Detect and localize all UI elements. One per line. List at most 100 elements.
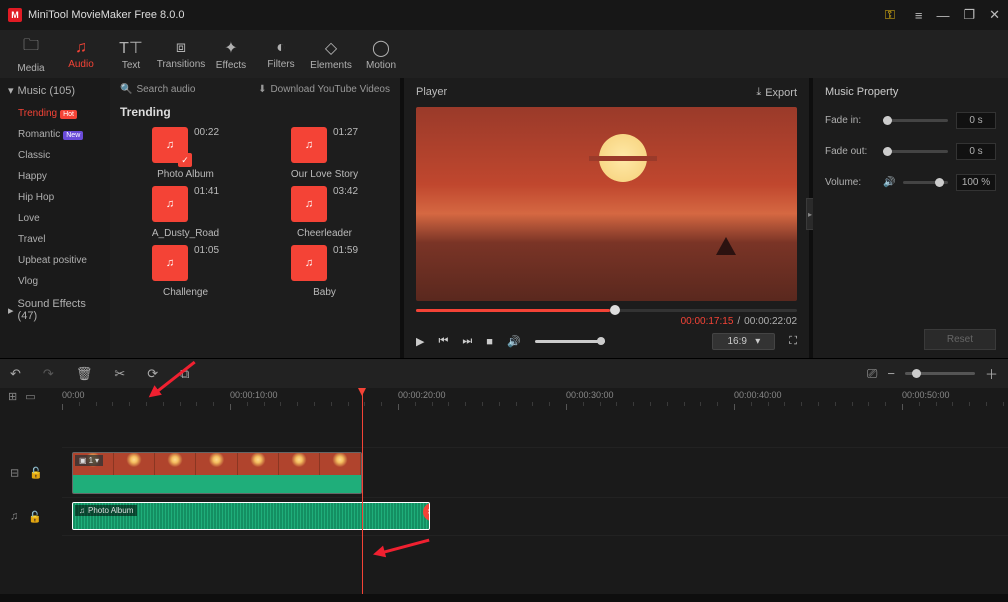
track-collapse-icon[interactable]: ⊟ bbox=[10, 466, 19, 479]
audio-clip[interactable]: ♫Photo Album ✂ bbox=[72, 502, 430, 530]
seekbar[interactable] bbox=[416, 309, 797, 312]
volume-slider[interactable] bbox=[535, 340, 605, 343]
player-panel: Player ⤓Export 00:00:17:15/00:00:22:02 ▶… bbox=[404, 78, 809, 358]
search-audio[interactable]: 🔍Search audio bbox=[120, 84, 250, 95]
music-thumb-icon: ♫ bbox=[152, 186, 188, 222]
delete-button[interactable]: 🗑 bbox=[76, 366, 93, 382]
section-title: Trending bbox=[110, 101, 400, 127]
fade-in-label: Fade in: bbox=[825, 115, 875, 126]
lib-item-happy[interactable]: Happy bbox=[0, 166, 110, 187]
music-thumb-icon: ♫ bbox=[291, 245, 327, 281]
music-icon: ♫ bbox=[75, 39, 87, 57]
audio-tile[interactable]: ♫01:59 Baby bbox=[257, 245, 392, 298]
zoom-out-button[interactable]: − bbox=[887, 366, 895, 381]
speed-button[interactable]: ⟳ bbox=[147, 366, 158, 382]
crop-button[interactable]: ⧉ bbox=[180, 366, 189, 382]
split-button[interactable]: ✂ bbox=[114, 366, 125, 382]
minimize-button[interactable]: — bbox=[936, 8, 949, 23]
properties-panel: ▸ Music Property Fade in: 0 s Fade out: … bbox=[813, 78, 1008, 358]
app-logo: M bbox=[8, 8, 22, 22]
close-button[interactable]: ✕ bbox=[989, 7, 1000, 23]
props-title: Music Property bbox=[825, 86, 996, 98]
lib-item-upbeat[interactable]: Upbeat positive bbox=[0, 250, 110, 271]
audio-track[interactable]: ♫🔓 ♫Photo Album ✂ bbox=[62, 498, 1008, 536]
tab-media[interactable]: 🗀Media bbox=[6, 30, 56, 78]
elements-icon: ◇ bbox=[325, 38, 337, 58]
audio-browser: 🔍Search audio ⬇Download YouTube Videos T… bbox=[110, 78, 400, 358]
tab-motion[interactable]: ◯Motion bbox=[356, 30, 406, 78]
aspect-ratio-select[interactable]: 16:9 ▾ bbox=[712, 333, 775, 350]
lib-item-trending[interactable]: TrendingHot bbox=[0, 103, 110, 124]
lib-item-romantic[interactable]: RomanticNew bbox=[0, 124, 110, 145]
fade-out-label: Fade out: bbox=[825, 146, 875, 157]
fullscreen-button[interactable]: ⛶ bbox=[789, 335, 797, 348]
zoom-fit-button[interactable]: ⎚ bbox=[867, 366, 877, 382]
volume-slider-prop[interactable] bbox=[903, 181, 948, 184]
download-youtube-link[interactable]: ⬇Download YouTube Videos bbox=[258, 84, 390, 95]
lock-icon[interactable]: 🔓 bbox=[29, 466, 43, 479]
tab-audio[interactable]: ♫Audio bbox=[56, 30, 106, 78]
library-group-sfx[interactable]: ▸Sound Effects (47) bbox=[0, 292, 110, 328]
volume-icon[interactable]: 🔊 bbox=[507, 335, 521, 348]
add-track-button[interactable]: ⊞ bbox=[8, 390, 17, 403]
premium-key-icon[interactable]: ⚿ bbox=[885, 7, 895, 23]
stop-button[interactable]: ■ bbox=[486, 336, 493, 348]
fade-in-value[interactable]: 0 s bbox=[956, 112, 996, 129]
redo-button[interactable]: ↷ bbox=[43, 366, 54, 382]
folder-icon: 🗀 bbox=[23, 34, 39, 61]
lib-item-hiphop[interactable]: Hip Hop bbox=[0, 187, 110, 208]
preview-content bbox=[599, 134, 647, 182]
maximize-button[interactable]: ❐ bbox=[963, 7, 975, 23]
next-frame-button[interactable]: ⏭ bbox=[462, 335, 472, 348]
video-preview[interactable] bbox=[416, 107, 797, 301]
text-icon: T⊤ bbox=[119, 38, 143, 58]
download-icon: ⬇ bbox=[258, 84, 266, 95]
collapse-panel-button[interactable]: ▸ bbox=[806, 198, 813, 230]
prev-frame-button[interactable]: ⏮ bbox=[438, 335, 448, 348]
fade-out-slider[interactable] bbox=[883, 150, 948, 153]
music-icon: ♫ bbox=[79, 506, 85, 515]
undo-button[interactable]: ↶ bbox=[10, 366, 21, 382]
zoom-slider[interactable] bbox=[905, 372, 975, 375]
library-group-music[interactable]: ▾Music (105) bbox=[0, 78, 110, 103]
tab-effects[interactable]: ✦Effects bbox=[206, 30, 256, 78]
export-button[interactable]: ⤓Export bbox=[756, 86, 797, 99]
reset-button[interactable]: Reset bbox=[924, 329, 996, 350]
menu-icon[interactable]: ≡ bbox=[915, 8, 923, 23]
timeline-ruler[interactable]: ⊞ ▭ 00:0000:00:10:0000:00:20:0000:00:30:… bbox=[0, 388, 1008, 410]
music-thumb-icon: ♫✓ bbox=[152, 127, 188, 163]
motion-icon: ◯ bbox=[372, 38, 390, 58]
tab-transitions[interactable]: ⧈Transitions bbox=[156, 30, 206, 78]
audio-tile[interactable]: ♫03:42 Cheerleader bbox=[257, 186, 392, 239]
lock-icon[interactable]: 🔓 bbox=[28, 510, 42, 523]
play-button[interactable]: ▶ bbox=[416, 335, 424, 348]
audio-tile[interactable]: ♫01:05 Challenge bbox=[118, 245, 253, 298]
track-options-button[interactable]: ▭ bbox=[25, 390, 35, 403]
lib-item-love[interactable]: Love bbox=[0, 208, 110, 229]
filters-icon: ◐ bbox=[276, 39, 286, 57]
audio-tile[interactable]: ♫01:41 A_Dusty_Road bbox=[118, 186, 253, 239]
tab-text[interactable]: T⊤Text bbox=[106, 30, 156, 78]
timeline[interactable]: ⊟🔓 ▣1▾ ♫🔓 ♫Photo Album ✂ bbox=[0, 410, 1008, 594]
fade-in-slider[interactable] bbox=[883, 119, 948, 122]
video-clip[interactable]: ▣1▾ bbox=[72, 452, 362, 494]
tab-elements[interactable]: ◇Elements bbox=[306, 30, 356, 78]
preview-content bbox=[716, 237, 736, 255]
lib-item-classic[interactable]: Classic bbox=[0, 145, 110, 166]
music-thumb-icon: ♫ bbox=[291, 186, 327, 222]
lib-item-vlog[interactable]: Vlog bbox=[0, 271, 110, 292]
tab-filters[interactable]: ◐Filters bbox=[256, 30, 306, 78]
fade-out-value[interactable]: 0 s bbox=[956, 143, 996, 160]
video-track[interactable]: ⊟🔓 ▣1▾ bbox=[62, 448, 1008, 498]
audio-tile[interactable]: ♫01:27 Our Love Story bbox=[257, 127, 392, 180]
audio-tile[interactable]: ♫✓00:22 Photo Album bbox=[118, 127, 253, 180]
player-title: Player bbox=[416, 86, 447, 99]
zoom-in-button[interactable]: ＋ bbox=[985, 364, 998, 383]
volume-value[interactable]: 100 % bbox=[956, 174, 996, 191]
speaker-icon: 🔊 bbox=[883, 177, 895, 188]
effects-icon: ✦ bbox=[224, 38, 237, 58]
music-track-icon: ♫ bbox=[10, 510, 18, 523]
playhead[interactable] bbox=[362, 388, 363, 594]
lib-item-travel[interactable]: Travel bbox=[0, 229, 110, 250]
volume-label: Volume: bbox=[825, 177, 875, 188]
